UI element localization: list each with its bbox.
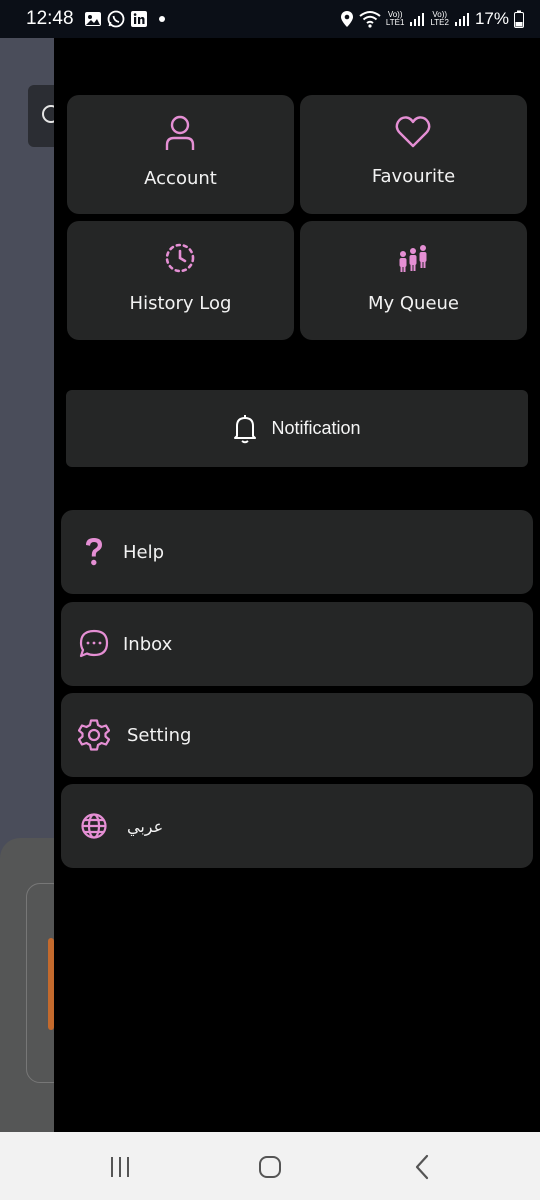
clock-icon [160, 238, 200, 278]
account-label: Account [144, 168, 217, 189]
my-queue-tile[interactable]: My Queue [300, 221, 527, 340]
help-label: Help [123, 541, 165, 563]
my-queue-label: My Queue [367, 293, 460, 314]
globe-icon [77, 809, 111, 843]
lte2-text: LTE2 [430, 18, 449, 27]
lte1-text: LTE1 [385, 18, 405, 27]
history-log-tile[interactable]: History Log [67, 221, 294, 340]
question-icon [77, 535, 111, 569]
setting-label: Setting [127, 724, 192, 746]
navigation-bar [0, 1132, 540, 1200]
background-search-icon [42, 105, 54, 123]
favourite-label: Favourite [371, 166, 456, 187]
setting-item[interactable]: Setting [61, 693, 533, 777]
language-item[interactable]: عربي [61, 784, 533, 868]
signal2-icon [454, 11, 470, 27]
heart-icon [393, 112, 433, 152]
help-item[interactable]: Help [61, 510, 533, 594]
status-time: 12:48 [26, 8, 74, 29]
inbox-item[interactable]: Inbox [61, 602, 533, 686]
lte1-indicator: Vo)) LTE1 [386, 11, 405, 27]
language-label: عربي [127, 816, 164, 836]
gear-icon [77, 718, 111, 752]
bell-icon [233, 414, 257, 444]
whatsapp-icon [107, 10, 125, 28]
signal1-icon [409, 11, 425, 27]
recent-apps-button[interactable] [100, 1152, 140, 1182]
wifi-icon [359, 10, 381, 28]
gallery-icon [84, 11, 102, 27]
people-icon [393, 238, 433, 278]
background-card [0, 838, 54, 1132]
notification-label: Notification [271, 418, 361, 438]
history-log-label: History Log [129, 293, 232, 314]
notification-button[interactable]: Notification [66, 390, 528, 467]
user-icon [160, 113, 200, 153]
more-notifications-dot [158, 16, 165, 22]
background-app [0, 38, 54, 1132]
notification-icons [84, 10, 165, 28]
battery-icon [514, 10, 524, 28]
back-button[interactable] [402, 1152, 442, 1182]
status-bar: 12:48 Vo)) LTE1 Vo)) LTE2 17% [0, 0, 540, 38]
system-icons: Vo)) LTE1 Vo)) LTE2 17% [340, 9, 524, 29]
lte2-indicator: Vo)) LTE2 [430, 11, 449, 27]
favourite-tile[interactable]: Favourite [300, 95, 527, 214]
location-icon [340, 10, 354, 28]
home-button[interactable] [250, 1152, 290, 1182]
account-tile[interactable]: Account [67, 95, 294, 214]
inbox-label: Inbox [123, 633, 173, 655]
linkedin-icon [130, 10, 148, 28]
background-search-button [28, 85, 54, 147]
side-drawer: Account Favourite History Log My Queue N… [54, 38, 540, 1132]
chat-icon [77, 627, 111, 661]
battery-percent: 17% [474, 9, 509, 28]
